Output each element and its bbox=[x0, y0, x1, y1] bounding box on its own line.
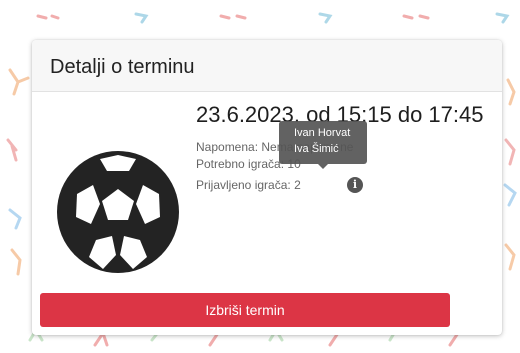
players-registered-line: Prijavljeno igrača: 2 bbox=[196, 178, 301, 192]
event-details-modal: Detalji o terminu 23.6.2023. od 15:15 do… bbox=[32, 40, 502, 335]
modal-title: Detalji o terminu bbox=[50, 56, 195, 78]
tooltip-arrow bbox=[318, 164, 328, 169]
modal-header: Detalji o terminu bbox=[32, 40, 502, 92]
registered-players-tooltip: Ivan Horvat Iva Šimić bbox=[279, 121, 367, 164]
players-registered-label: Prijavljeno igrača: bbox=[196, 178, 291, 192]
players-needed-label: Potrebno igrača: bbox=[196, 157, 285, 171]
tooltip-player: Iva Šimić bbox=[294, 143, 339, 155]
players-registered-value: 2 bbox=[294, 178, 301, 192]
info-icon[interactable]: i bbox=[347, 177, 363, 193]
soccer-ball-icon bbox=[57, 151, 179, 273]
delete-event-button[interactable]: Izbriši termin bbox=[40, 293, 450, 327]
note-label: Napomena: bbox=[196, 140, 259, 154]
tooltip-player: Ivan Horvat bbox=[294, 127, 351, 139]
